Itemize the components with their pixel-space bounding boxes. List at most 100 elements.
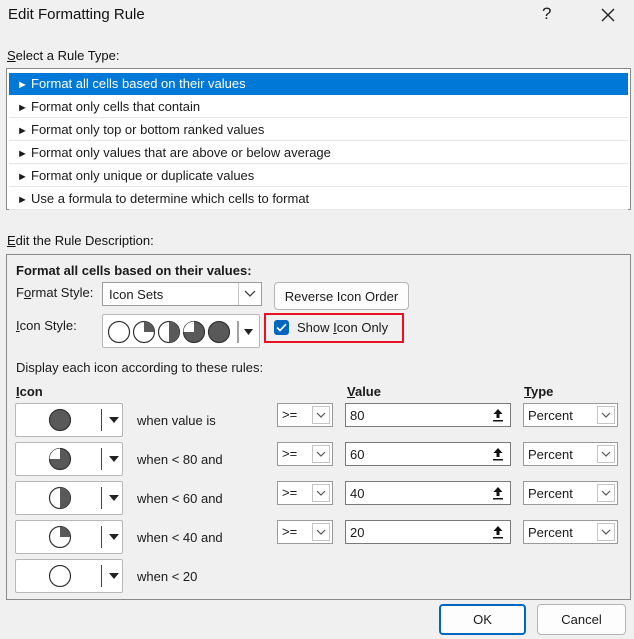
icon-style-combo[interactable] — [102, 314, 260, 348]
format-style-label: Format Style: — [16, 285, 94, 300]
rule-3-type-combo[interactable]: Percent — [523, 481, 618, 505]
rule-1-type-combo[interactable]: Percent — [523, 403, 618, 427]
rule-2-condition: when < 80 and — [137, 452, 223, 467]
chevron-down-icon[interactable] — [597, 406, 615, 424]
format-style-combo[interactable]: Icon Sets — [102, 282, 262, 306]
type-column-header-accel: T — [524, 384, 531, 399]
pointer-icon: ► — [17, 148, 28, 160]
rule-1-type: Percent — [528, 408, 573, 423]
rule-2-type: Percent — [528, 447, 573, 462]
chevron-down-icon[interactable] — [597, 484, 615, 502]
rule-4-operator-combo[interactable]: >= — [277, 520, 333, 544]
rule-3-value: 40 — [350, 486, 365, 501]
rule-5-icon-combo[interactable] — [15, 559, 123, 593]
icon-style-label: Icon Style: — [16, 318, 77, 333]
rule-type-item-above-below-average[interactable]: ► Format only values that are above or be… — [9, 142, 628, 164]
rules-intro: Display each icon according to these rul… — [16, 360, 264, 375]
description-heading: Format all cells based on their values: — [16, 263, 252, 278]
rule-type-item-label: Use a formula to determine which cells t… — [31, 191, 310, 206]
chevron-down-icon[interactable] — [312, 406, 330, 424]
rule-3-operator-combo[interactable]: >= — [277, 481, 333, 505]
rule-description-label: Edit the Rule Description: — [7, 233, 154, 248]
rule-3-type: Percent — [528, 486, 573, 501]
dialog-title: Edit Formatting Rule — [8, 6, 145, 23]
rule-4-icon-combo-separator — [101, 526, 102, 548]
pointer-icon: ► — [17, 79, 28, 91]
format-style-value: Icon Sets — [109, 286, 164, 302]
rule-3-icon-combo-separator — [101, 487, 102, 509]
pointer-icon: ► — [17, 102, 28, 114]
rule-type-item-cells-contain[interactable]: ► Format only cells that contain — [9, 96, 628, 118]
chevron-down-icon[interactable] — [312, 445, 330, 463]
rule-type-list[interactable]: ► Format all cells based on their values … — [6, 68, 631, 210]
rule-3-icon-combo[interactable] — [15, 481, 123, 515]
rule-1-value: 80 — [350, 408, 365, 423]
help-button[interactable]: ? — [542, 4, 551, 24]
show-icon-only-label-part2: con Only — [336, 320, 389, 335]
rule-2-value: 60 — [350, 447, 365, 462]
rule-type-item-unique-duplicate[interactable]: ► Format only unique or duplicate values — [9, 165, 628, 187]
rule-4-operator: >= — [282, 524, 298, 539]
rule-type-item-label: Format only cells that contain — [31, 99, 201, 114]
pointer-icon: ► — [17, 171, 28, 183]
chevron-down-icon[interactable] — [312, 484, 330, 502]
range-select-icon[interactable] — [488, 484, 508, 502]
rule-4-value: 20 — [350, 525, 365, 540]
value-column-header-text: alue — [354, 384, 381, 399]
rule-2-icon-combo-separator — [101, 448, 102, 470]
reverse-icon-order-button[interactable]: Reverse Icon Order — [274, 282, 409, 310]
cancel-button[interactable]: Cancel — [537, 604, 626, 635]
rule-2-operator: >= — [282, 446, 298, 461]
rule-2-icon-combo[interactable] — [15, 442, 123, 476]
rule-3-operator: >= — [282, 485, 298, 500]
rule-type-item-formula[interactable]: ► Use a formula to determine which cells … — [9, 188, 628, 210]
rule-4-type-combo[interactable]: Percent — [523, 520, 618, 544]
ok-button[interactable]: OK — [439, 604, 526, 635]
rule-type-item-label: Format only values that are above or bel… — [31, 145, 331, 160]
rule-2-type-combo[interactable]: Percent — [523, 442, 618, 466]
rule-description-label-accel: E — [7, 233, 16, 248]
chevron-down-icon[interactable] — [238, 283, 261, 305]
show-icon-only-label[interactable]: Show Icon Only — [297, 320, 388, 335]
rule-5-icon-combo-separator — [101, 565, 102, 587]
rule-description-label-text: dit the Rule Description: — [15, 233, 154, 248]
rule-1-value-input[interactable]: 80 — [345, 403, 511, 427]
rule-2-operator-combo[interactable]: >= — [277, 442, 333, 466]
type-column-header-text: ype — [530, 384, 554, 399]
rule-type-label-text: elect a Rule Type: — [15, 48, 120, 63]
rule-type-label-accel: S — [7, 48, 16, 63]
chevron-down-icon[interactable] — [597, 445, 615, 463]
rule-3-condition: when < 60 and — [137, 491, 223, 506]
rule-type-item-top-bottom[interactable]: ► Format only top or bottom ranked values — [9, 119, 628, 141]
range-select-icon[interactable] — [488, 445, 508, 463]
show-icon-only-checkbox[interactable] — [274, 320, 289, 335]
chevron-down-icon[interactable] — [312, 523, 330, 541]
rule-4-value-input[interactable]: 20 — [345, 520, 511, 544]
rule-3-value-input[interactable]: 40 — [345, 481, 511, 505]
rule-1-condition: when value is — [137, 413, 216, 428]
rule-2-value-input[interactable]: 60 — [345, 442, 511, 466]
pointer-icon: ► — [17, 194, 28, 206]
icon-column-header-text: con — [19, 384, 43, 399]
icon-column-header: Icon — [16, 384, 43, 399]
rule-type-item-label: Format only top or bottom ranked values — [31, 122, 265, 137]
rule-5-condition: when < 20 — [137, 569, 198, 584]
chevron-down-icon[interactable] — [597, 523, 615, 541]
show-icon-only-label-part1: Show — [297, 320, 334, 335]
rule-type-item-label: Format all cells based on their values — [31, 76, 246, 91]
rule-4-icon-combo[interactable] — [15, 520, 123, 554]
rule-type-label: Select a Rule Type: — [7, 48, 120, 63]
format-style-label-text: rmat Style: — [31, 285, 94, 300]
rule-1-icon-combo[interactable] — [15, 403, 123, 437]
rule-4-condition: when < 40 and — [137, 530, 223, 545]
value-column-header: Value — [347, 384, 381, 399]
close-icon[interactable] — [596, 3, 620, 27]
range-select-icon[interactable] — [488, 523, 508, 541]
rule-1-icon-combo-separator — [101, 409, 102, 431]
rule-type-item-all-cells[interactable]: ► Format all cells based on their values — [9, 73, 628, 95]
range-select-icon[interactable] — [488, 406, 508, 424]
rule-1-operator: >= — [282, 407, 298, 422]
type-column-header: Type — [524, 384, 553, 399]
rule-4-type: Percent — [528, 525, 573, 540]
rule-1-operator-combo[interactable]: >= — [277, 403, 333, 427]
